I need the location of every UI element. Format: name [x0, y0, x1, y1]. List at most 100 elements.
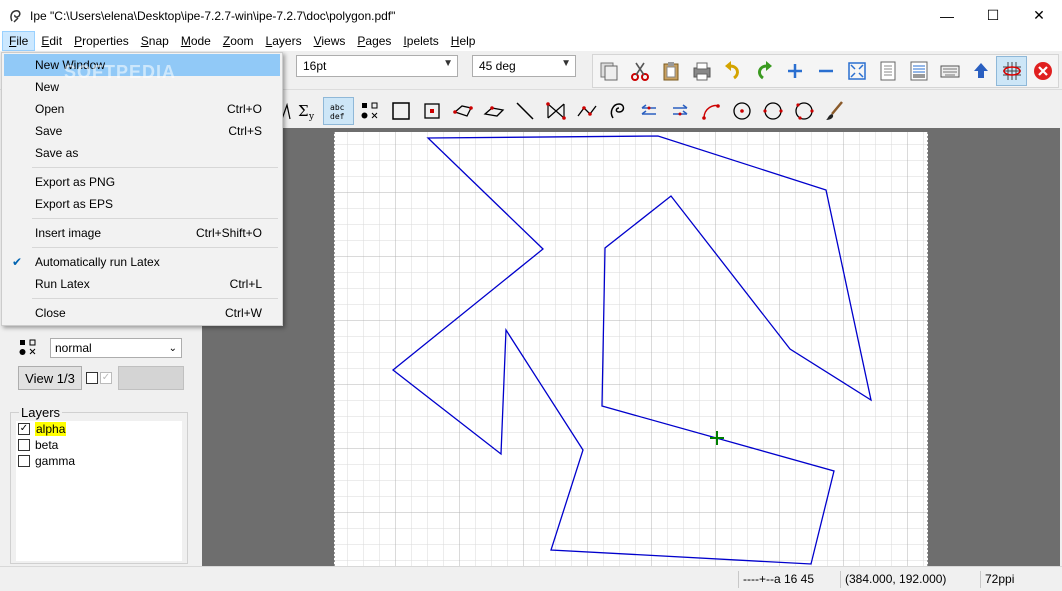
- rectangle-mode-button[interactable]: [385, 97, 416, 125]
- menu-item-label: Open: [35, 102, 65, 116]
- translate-mode-button[interactable]: [633, 97, 664, 125]
- menu-snap[interactable]: Snap: [135, 31, 175, 51]
- menu-item-insert-image[interactable]: Insert image Ctrl+Shift+O: [4, 222, 280, 244]
- grid-icon: [1002, 62, 1021, 80]
- menu-item-new[interactable]: New: [4, 76, 280, 98]
- brush-mode-button[interactable]: [819, 97, 850, 125]
- zoom-in-button[interactable]: [779, 56, 810, 86]
- label-mode-button[interactable]: abc def: [323, 97, 354, 125]
- menu-ipelets[interactable]: Ipelets: [397, 31, 444, 51]
- fit-objects-button[interactable]: [872, 56, 903, 86]
- polyline-mode-button[interactable]: [478, 97, 509, 125]
- line-mode-button[interactable]: [509, 97, 540, 125]
- menu-item-run-latex[interactable]: Run Latex Ctrl+L: [4, 273, 280, 295]
- menu-item-auto-run-latex[interactable]: ✔ Automatically run Latex: [4, 251, 280, 273]
- arc-mode-button[interactable]: [695, 97, 726, 125]
- layer-item-gamma[interactable]: gamma: [16, 453, 182, 469]
- box-mode-button[interactable]: [416, 97, 447, 125]
- keyboard-button[interactable]: [934, 56, 965, 86]
- undo-button[interactable]: [717, 56, 748, 86]
- menu-item-new-window[interactable]: New Window SOFTPEDIA: [4, 54, 280, 82]
- butterfly-icon: [545, 102, 566, 120]
- menu-help[interactable]: Help: [445, 31, 482, 51]
- fit-width-button[interactable]: [903, 56, 934, 86]
- grid-toggle-button[interactable]: [996, 56, 1027, 86]
- snap-size-select[interactable]: 16pt ▼: [296, 55, 458, 77]
- cut-button[interactable]: [624, 56, 655, 86]
- page-paper[interactable]: [334, 132, 928, 566]
- freehand-mode-button[interactable]: [602, 97, 633, 125]
- stretch-mode-button[interactable]: [664, 97, 695, 125]
- menu-item-save[interactable]: Save Ctrl+S: [4, 120, 280, 142]
- page-lines-icon: [880, 61, 895, 81]
- paste-button[interactable]: [655, 56, 686, 86]
- menu-bar: File Edit Properties Snap Mode Zoom Laye…: [0, 31, 1062, 51]
- menu-views[interactable]: Views: [308, 31, 352, 51]
- fit-page-button[interactable]: [841, 56, 872, 86]
- view-notes-field[interactable]: [118, 366, 184, 390]
- menu-mode[interactable]: Mode: [175, 31, 217, 51]
- menu-edit[interactable]: Edit: [35, 31, 68, 51]
- menu-file[interactable]: File: [2, 31, 36, 51]
- menu-item-save-as[interactable]: Save as: [4, 142, 280, 164]
- circle-diameter-mode-button[interactable]: [757, 97, 788, 125]
- menu-item-label: Export as EPS: [35, 197, 114, 211]
- maximize-icon: ☐: [986, 7, 1000, 23]
- text-mode-partial[interactable]: [282, 97, 292, 125]
- polygon-mode-button[interactable]: [447, 97, 478, 125]
- menu-item-open[interactable]: Open Ctrl+O: [4, 98, 280, 120]
- menu-properties[interactable]: Properties: [68, 31, 135, 51]
- menu-separator: [32, 247, 278, 248]
- layer-visible-checkbox[interactable]: [18, 455, 30, 467]
- stop-button[interactable]: [1027, 56, 1058, 86]
- minimize-icon: —: [940, 7, 954, 24]
- maximize-button[interactable]: ☐: [970, 0, 1016, 31]
- layer-item-beta[interactable]: beta: [16, 437, 182, 453]
- layer-visible-checkbox[interactable]: ✓: [18, 423, 30, 435]
- undo-icon: [724, 61, 739, 80]
- ipe-app-icon: [10, 9, 21, 23]
- zoom-out-button[interactable]: [810, 56, 841, 86]
- angle-select[interactable]: 45 deg ▼: [472, 55, 576, 77]
- minimize-button[interactable]: —: [924, 0, 970, 31]
- redo-button[interactable]: [748, 56, 779, 86]
- menu-zoom[interactable]: Zoom: [217, 31, 260, 51]
- brush-icon: [825, 101, 843, 120]
- view-button[interactable]: View 1/3: [18, 366, 82, 390]
- menu-item-export-png[interactable]: Export as PNG: [4, 171, 280, 193]
- menu-layers[interactable]: Layers: [260, 31, 308, 51]
- canvas-drawing: [334, 132, 928, 566]
- circle-points-mode-button[interactable]: [788, 97, 819, 125]
- menu-item-label: Save: [35, 124, 63, 138]
- view-marked-checkbox[interactable]: [86, 372, 98, 384]
- menu-item-export-eps[interactable]: Export as EPS: [4, 193, 280, 215]
- copy-button[interactable]: [593, 56, 624, 86]
- drawing-canvas[interactable]: [202, 128, 1060, 566]
- mark-mode-button[interactable]: [354, 97, 385, 125]
- window-title: Ipe "C:\Users\elena\Desktop\ipe-7.2.7-wi…: [30, 8, 396, 23]
- close-button[interactable]: ✕: [1016, 0, 1062, 31]
- symbol-size-select[interactable]: normal ⌄: [50, 338, 182, 358]
- math-mode-button[interactable]: Σy: [292, 97, 323, 125]
- arrow-mode-button[interactable]: [540, 97, 571, 125]
- menu-pages[interactable]: Pages: [351, 31, 397, 51]
- arc-icon: [701, 104, 720, 120]
- layer-visible-checkbox[interactable]: [18, 439, 30, 451]
- resolution-indicator[interactable]: 72ppi: [980, 571, 1040, 588]
- layer-item-alpha[interactable]: ✓ alpha: [16, 421, 182, 437]
- circle-center-mode-button[interactable]: [726, 97, 757, 125]
- coordinate-readout: (384.000, 192.000): [840, 571, 976, 588]
- layers-panel: Layers ✓ alpha beta gamma: [10, 405, 188, 564]
- menu-item-close[interactable]: Close Ctrl+W: [4, 302, 280, 324]
- up-button[interactable]: [965, 56, 996, 86]
- menu-item-shortcut: Ctrl+L: [229, 277, 262, 291]
- checkmark-icon: ✔: [12, 255, 23, 269]
- page-width-icon: [910, 61, 927, 81]
- print-button[interactable]: [686, 56, 717, 86]
- spline-icon: [576, 105, 597, 117]
- title-bar: Ipe "C:\Users\elena\Desktop\ipe-7.2.7-wi…: [0, 0, 1062, 31]
- menu-item-label: Save as: [35, 146, 79, 160]
- rectangle-icon: [391, 102, 410, 120]
- symbol-size-row: normal ⌄: [18, 338, 182, 358]
- splines-mode-button[interactable]: [571, 97, 602, 125]
